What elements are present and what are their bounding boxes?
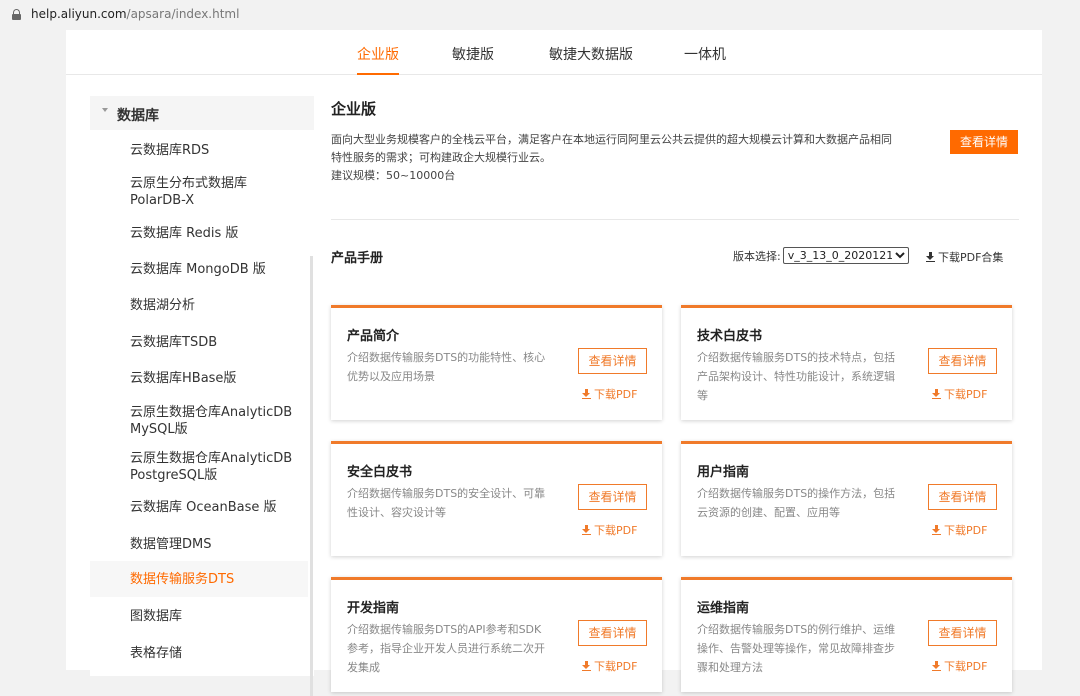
sidebar-item-analyticdb-mysql[interactable]: 云原生数据仓库AnalyticDB MySQL版 (90, 404, 308, 438)
sidebar-item-graph-db[interactable]: 图数据库 (90, 608, 308, 625)
sidebar-item-hbase[interactable]: 云数据库HBase版 (90, 370, 308, 387)
manual-title: 产品手册 (331, 251, 384, 266)
sidebar-item-dts[interactable]: 数据传输服务DTS (90, 561, 308, 597)
lock-icon (12, 8, 21, 20)
card-title: 用户指南 (697, 465, 750, 480)
sidebar-scrollbar[interactable] (310, 256, 313, 696)
download-icon (582, 661, 591, 671)
download-icon (932, 661, 941, 671)
card-title: 安全白皮书 (347, 465, 413, 480)
divider (331, 219, 1019, 220)
top-nav: 企业版 敏捷版 敏捷大数据版 一体机 (66, 30, 1042, 75)
card-description: 介绍数据传输服务DTS的功能特性、核心优势以及应用场景 (347, 351, 546, 383)
sidebar: 数据库 云数据库RDS 云原生分布式数据库 PolarDB-X 云数据库 Red… (90, 96, 314, 696)
version-selector: 版本选择: v_3_13_0_20201215 (733, 247, 909, 264)
sidebar-item-dms[interactable]: 数据管理DMS (90, 536, 308, 553)
version-select[interactable]: v_3_13_0_20201215 (782, 247, 909, 264)
card-detail-button[interactable]: 查看详情 (578, 620, 647, 646)
enterprise-description: 面向大型业务规模客户的全栈云平台，满足客户在本地运行同阿里云公共云提供的超大规模… (331, 131, 931, 185)
enterprise-title: 企业版 (331, 100, 377, 118)
sidebar-item-oceanbase[interactable]: 云数据库 OceanBase 版 (90, 499, 308, 516)
card-download-pdf-label: 下载PDF (594, 660, 638, 673)
sidebar-category-label: 数据库 (117, 108, 159, 124)
tab-all-in-one[interactable]: 一体机 (684, 44, 726, 75)
download-icon (932, 525, 941, 535)
card-download-pdf-link[interactable]: 下载PDF (932, 386, 987, 402)
download-icon (582, 525, 591, 535)
card-download-pdf-link[interactable]: 下载PDF (582, 386, 637, 402)
address-bar[interactable]: help.aliyun.com/apsara/index.html (0, 0, 1080, 28)
sidebar-category-database[interactable]: 数据库 (90, 96, 314, 130)
card-title: 运维指南 (697, 601, 750, 616)
card-detail-button[interactable]: 查看详情 (928, 348, 997, 374)
sidebar-item-table-store[interactable]: 表格存储 (90, 645, 308, 662)
card-description: 介绍数据传输服务DTS的例行维护、运维操作、告警处理等操作，常见故障排查步骤和处… (697, 623, 896, 674)
sidebar-item-analyticdb-postgresql[interactable]: 云原生数据仓库AnalyticDB PostgreSQL版 (90, 450, 308, 484)
tab-agile-bigdata[interactable]: 敏捷大数据版 (549, 44, 633, 75)
enterprise-desc-line2: 特性服务的需求；可构建政企大规模行业云。 (331, 151, 551, 164)
card-download-pdf-link[interactable]: 下载PDF (582, 658, 637, 674)
manual-card: 产品简介 介绍数据传输服务DTS的功能特性、核心优势以及应用场景 查看详情 下载… (331, 305, 662, 420)
enterprise-scale: 建议规模：50~10000台 (331, 169, 456, 182)
version-label: 版本选择: (733, 249, 781, 263)
card-description: 介绍数据传输服务DTS的技术特点，包括产品架构设计、特性功能设计，系统逻辑等 (697, 351, 896, 402)
sidebar-item-mongodb[interactable]: 云数据库 MongoDB 版 (90, 261, 308, 278)
sidebar-item-data-lake[interactable]: 数据湖分析 (90, 297, 308, 314)
manual-card: 用户指南 介绍数据传输服务DTS的操作方法，包括云资源的创建、配置、应用等 查看… (681, 441, 1012, 556)
download-icon (926, 252, 935, 262)
card-description: 介绍数据传输服务DTS的API参考和SDK参考，指导企业开发人员进行系统二次开发… (347, 623, 545, 674)
card-download-pdf-label: 下载PDF (944, 388, 988, 401)
manual-card: 技术白皮书 介绍数据传输服务DTS的技术特点，包括产品架构设计、特性功能设计，系… (681, 305, 1012, 420)
card-detail-button[interactable]: 查看详情 (578, 348, 647, 374)
card-download-pdf-link[interactable]: 下载PDF (582, 522, 637, 538)
url-host: help.aliyun.com (31, 7, 127, 21)
download-icon (582, 389, 591, 399)
download-pdf-collection-link[interactable]: 下载PDF合集 (926, 249, 1003, 265)
download-icon (932, 389, 941, 399)
card-title: 开发指南 (347, 601, 400, 616)
url-path: /apsara/index.html (126, 7, 240, 21)
card-download-pdf-link[interactable]: 下载PDF (932, 522, 987, 538)
manual-card: 运维指南 介绍数据传输服务DTS的例行维护、运维操作、告警处理等操作，常见故障排… (681, 577, 1012, 692)
sidebar-item-redis[interactable]: 云数据库 Redis 版 (90, 225, 308, 242)
card-download-pdf-label: 下载PDF (944, 524, 988, 537)
card-title: 产品简介 (347, 329, 400, 344)
card-download-pdf-label: 下载PDF (594, 388, 638, 401)
card-download-pdf-label: 下载PDF (594, 524, 638, 537)
enterprise-detail-button[interactable]: 查看详情 (950, 130, 1018, 154)
card-description: 介绍数据传输服务DTS的操作方法，包括云资源的创建、配置、应用等 (697, 487, 896, 519)
card-download-pdf-link[interactable]: 下载PDF (932, 658, 987, 674)
sidebar-item-tsdb[interactable]: 云数据库TSDB (90, 334, 308, 351)
card-detail-button[interactable]: 查看详情 (928, 484, 997, 510)
tab-agile[interactable]: 敏捷版 (452, 44, 494, 75)
manual-card: 安全白皮书 介绍数据传输服务DTS的安全设计、可靠性设计、容灾设计等 查看详情 … (331, 441, 662, 556)
card-detail-button[interactable]: 查看详情 (928, 620, 997, 646)
sidebar-item-rds[interactable]: 云数据库RDS (90, 142, 308, 159)
caret-down-icon (102, 108, 108, 112)
card-title: 技术白皮书 (697, 329, 763, 344)
card-description: 介绍数据传输服务DTS的安全设计、可靠性设计、容灾设计等 (347, 487, 546, 519)
card-download-pdf-label: 下载PDF (944, 660, 988, 673)
tab-enterprise[interactable]: 企业版 (357, 44, 399, 75)
card-detail-button[interactable]: 查看详情 (578, 484, 647, 510)
page: 企业版 敏捷版 敏捷大数据版 一体机 数据库 云数据库RDS 云原生分布式数据库… (66, 30, 1042, 696)
download-pdf-collection-label: 下载PDF合集 (938, 251, 1004, 264)
manual-card: 开发指南 介绍数据传输服务DTS的API参考和SDK参考，指导企业开发人员进行系… (331, 577, 662, 692)
sidebar-item-polardb-x[interactable]: 云原生分布式数据库 PolarDB-X (90, 175, 308, 209)
enterprise-desc-line1: 面向大型业务规模客户的全栈云平台，满足客户在本地运行同阿里云公共云提供的超大规模… (331, 133, 892, 146)
